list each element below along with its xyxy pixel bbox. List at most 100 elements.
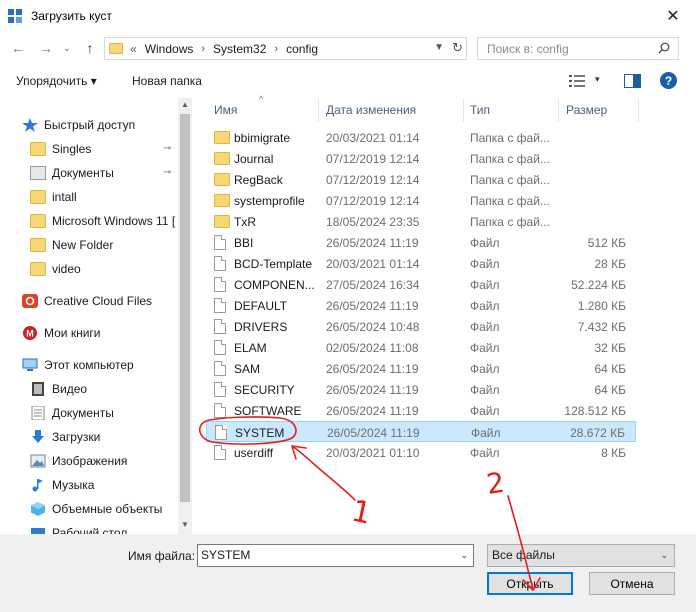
search-input[interactable]: Поиск в: config <box>477 37 679 60</box>
sidebar-item-label: Документы <box>52 406 114 420</box>
list-item[interactable]: userdiff 20/03/2021 01:10 Файл 8 КБ <box>206 442 636 463</box>
breadcrumb-overflow[interactable]: « <box>130 42 137 56</box>
file-type: Файл <box>470 404 500 418</box>
annotation-number-2: 2 <box>484 466 506 501</box>
help-icon[interactable]: ? <box>660 72 677 89</box>
filename-input[interactable]: SYSTEM ⌄ <box>197 544 474 567</box>
sidebar-item-label: Видео <box>52 382 88 396</box>
column-divider[interactable] <box>463 98 464 122</box>
sidebar-item-3d-objects[interactable]: Объемные объекты <box>30 498 162 520</box>
documents-folder-icon <box>31 406 45 420</box>
file-icon <box>214 319 226 334</box>
new-folder-button[interactable]: Новая папка <box>132 74 202 88</box>
view-dropdown-icon[interactable]: ▾ <box>595 74 600 85</box>
sidebar-item-new-folder[interactable]: New Folder <box>30 234 113 256</box>
preview-pane-icon[interactable] <box>624 74 641 88</box>
search-placeholder: Поиск в: config <box>487 41 569 56</box>
list-item-selected[interactable]: SYSTEM 26/05/2024 11:19 Файл 28.672 КБ <box>206 421 636 442</box>
refresh-icon[interactable]: ↻ <box>452 40 463 56</box>
sidebar-item-my-books[interactable]: M Мои книги <box>22 322 101 344</box>
sidebar-item-quick-access[interactable]: Быстрый доступ <box>22 114 135 136</box>
column-header-date[interactable]: Дата изменения <box>326 103 416 117</box>
chevron-right-icon[interactable]: › <box>201 43 205 55</box>
list-item[interactable]: bbimigrate 20/03/2021 01:14 Папка с фай.… <box>206 127 636 148</box>
folder-icon <box>30 142 46 156</box>
file-name: bbimigrate <box>234 131 291 145</box>
books-icon: M <box>23 326 37 340</box>
list-item[interactable]: SOFTWARE 26/05/2024 11:19 Файл 128.512 К… <box>206 400 636 421</box>
sidebar-item-videos[interactable]: Видео <box>30 378 87 400</box>
sidebar-item-singles[interactable]: Singles <box>30 138 91 160</box>
file-name: COMPONEN... <box>234 278 315 292</box>
list-item[interactable]: DEFAULT 26/05/2024 11:19 Файл 1.280 КБ <box>206 295 636 316</box>
filetype-select[interactable]: Все файлы ⌄ <box>487 544 675 567</box>
sidebar-item-windows-11[interactable]: Microsoft Windows 11 [ <box>30 210 175 232</box>
sidebar-item-documents[interactable]: Документы <box>30 402 114 424</box>
list-item[interactable]: RegBack 07/12/2019 12:14 Папка с фай... <box>206 169 636 190</box>
sidebar-item-desktop[interactable]: Рабочий стол <box>30 522 127 534</box>
breadcrumb-config[interactable]: config <box>286 42 318 56</box>
close-button[interactable]: ✕ <box>650 0 696 31</box>
file-date: 20/03/2021 01:14 <box>326 257 420 271</box>
forward-button[interactable]: → <box>36 38 56 58</box>
list-item[interactable]: DRIVERS 26/05/2024 10:48 Файл 7.432 КБ <box>206 316 636 337</box>
breadcrumb-windows[interactable]: Windows <box>145 42 194 56</box>
cancel-button[interactable]: Отмена <box>589 572 675 595</box>
scroll-up-icon[interactable]: ▲ <box>181 100 189 109</box>
recent-locations-button[interactable]: ⌄ <box>60 38 74 58</box>
scrollbar-thumb[interactable] <box>180 114 190 502</box>
column-divider[interactable] <box>318 98 319 122</box>
chevron-down-icon[interactable]: ⌄ <box>460 545 468 566</box>
column-header-name[interactable]: Имя <box>214 103 237 117</box>
desktop-icon <box>31 528 45 534</box>
file-size: 1.280 КБ <box>577 299 626 313</box>
open-button[interactable]: Открыть <box>487 572 573 595</box>
folder-icon <box>214 131 230 144</box>
file-type: Папка с фай... <box>470 131 550 145</box>
documents-folder-icon <box>30 166 46 180</box>
close-icon: ✕ <box>666 7 680 25</box>
address-bar[interactable]: « Windows › System32 › config ▼ ↻ <box>104 37 467 60</box>
sidebar-item-creative-cloud[interactable]: Creative Cloud Files <box>22 290 152 312</box>
navigation-pane-scrollbar[interactable]: ▲ ▼ <box>178 98 192 534</box>
back-button[interactable]: ← <box>8 38 28 58</box>
list-item[interactable]: ELAM 02/05/2024 11:08 Файл 32 КБ <box>206 337 636 358</box>
list-item[interactable]: TxR 18/05/2024 23:35 Папка с фай... <box>206 211 636 232</box>
folder-icon <box>214 173 230 186</box>
file-type: Файл <box>470 383 500 397</box>
creative-cloud-icon <box>22 294 38 308</box>
list-item[interactable]: systemprofile 07/12/2019 12:14 Папка с ф… <box>206 190 636 211</box>
organize-button[interactable]: Упорядочить ▾ <box>16 74 97 88</box>
sidebar-item-label: video <box>52 262 81 276</box>
column-header-type[interactable]: Тип <box>470 103 490 117</box>
view-options-icon[interactable] <box>568 74 586 88</box>
list-item[interactable]: BBI 26/05/2024 11:19 Файл 512 КБ <box>206 232 636 253</box>
file-type: Папка с фай... <box>470 215 550 229</box>
address-dropdown-icon[interactable]: ▼ <box>434 42 444 53</box>
file-icon <box>214 256 226 271</box>
list-item[interactable]: SECURITY 26/05/2024 11:19 Файл 64 КБ <box>206 379 636 400</box>
list-item[interactable]: Journal 07/12/2019 12:14 Папка с фай... <box>206 148 636 169</box>
column-divider[interactable] <box>638 98 639 122</box>
sidebar-item-documents-pinned[interactable]: Документы <box>30 162 114 184</box>
file-size: 28 КБ <box>594 257 626 271</box>
sidebar-item-this-pc[interactable]: Этот компьютер <box>22 354 134 376</box>
list-item[interactable]: COMPONEN... 27/05/2024 16:34 Файл 52.224… <box>206 274 636 295</box>
sidebar-item-intall[interactable]: intall <box>30 186 77 208</box>
sidebar-item-music[interactable]: Музыка <box>30 474 94 496</box>
file-type: Файл <box>470 236 500 250</box>
list-item[interactable]: BCD-Template 20/03/2021 01:14 Файл 28 КБ <box>206 253 636 274</box>
pin-icon[interactable]: ⊸ <box>163 167 171 178</box>
list-item[interactable]: SAM 26/05/2024 11:19 Файл 64 КБ <box>206 358 636 379</box>
chevron-down-icon[interactable]: ⌄ <box>660 545 668 566</box>
column-header-size[interactable]: Размер <box>566 103 607 117</box>
scroll-down-icon[interactable]: ▼ <box>181 520 189 529</box>
column-divider[interactable] <box>558 98 559 122</box>
pin-icon[interactable]: ⊸ <box>163 143 171 154</box>
sidebar-item-downloads[interactable]: Загрузки <box>30 426 100 448</box>
sidebar-item-video-folder[interactable]: video <box>30 258 81 280</box>
chevron-right-icon[interactable]: › <box>274 43 278 55</box>
sidebar-item-pictures[interactable]: Изображения <box>30 450 127 472</box>
breadcrumb-system32[interactable]: System32 <box>213 42 266 56</box>
up-button[interactable]: ↑ <box>80 38 100 58</box>
